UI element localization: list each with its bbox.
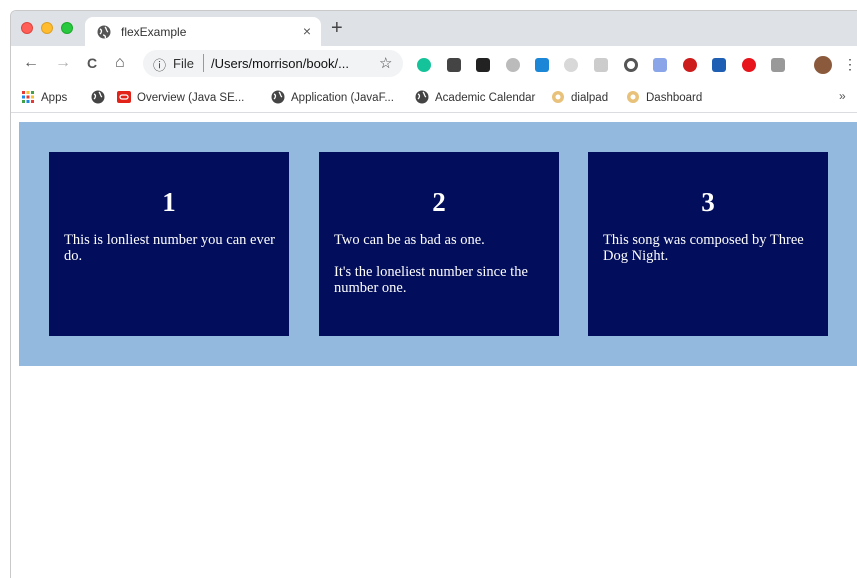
card-text: This is lonliest number you can ever do. [64,232,276,264]
bookmark-apps[interactable]: Apps [21,90,67,104]
page-viewport: 1 This is lonliest number you can ever d… [11,114,857,578]
oracle-icon [117,91,131,103]
globe-icon [97,25,111,39]
bookmark-overview-java[interactable]: Overview (Java SE... [117,90,244,104]
extension-v-icon[interactable] [476,58,490,72]
bookmark-label: Overview (Java SE... [137,92,245,104]
bookmark-label: Apps [41,92,68,104]
tab-strip: flexExample × + [11,11,857,46]
card-3: 3 This song was composed by Three Dog Ni… [588,152,828,336]
extension-gray-icon[interactable] [564,58,578,72]
card-heading: 3 [701,187,715,217]
globe-icon [415,90,429,104]
card-text: Two can be as bad as one. [334,232,485,248]
bookmark-dialpad[interactable]: dialpad [551,90,608,104]
extension-blue-icon[interactable] [535,58,549,72]
maximize-window-button[interactable] [61,22,73,34]
minimize-window-button[interactable] [41,22,53,34]
globe-icon [91,90,105,104]
bookmark-label: Academic Calendar [435,92,536,104]
grammarly-extension-icon[interactable] [417,58,431,72]
info-icon[interactable]: ⓘ [153,55,166,74]
globe-icon [271,90,285,104]
address-bar[interactable]: ⓘ File /Users/morrison/book/... [143,50,403,77]
extension-opera-icon[interactable] [742,58,756,72]
tab-flexexample[interactable]: flexExample × [85,17,321,46]
bookmark-label: dialpad [571,92,609,104]
card-heading: 1 [162,187,176,217]
apps-grid-icon [22,91,34,103]
extension-blue-square-icon[interactable] [712,58,726,72]
browser-toolbar: ← → C ⌂ ⓘ File /Users/morrison/book/... … [11,46,857,81]
file-label: File [173,56,194,71]
profile-avatar[interactable] [814,56,832,74]
bookmark-globe[interactable] [91,90,111,104]
home-button[interactable]: ⌂ [115,55,125,71]
url-text[interactable]: /Users/morrison/book/... [211,56,349,71]
card-1: 1 This is lonliest number you can ever d… [49,152,289,336]
extension-doc-icon[interactable] [771,58,785,72]
new-tab-button[interactable]: + [331,18,343,38]
tab-title: flexExample [121,25,187,39]
bookmark-academic-calendar[interactable]: Academic Calendar [415,90,535,104]
bookmark-dashboard[interactable]: Dashboard [626,90,702,104]
extension-paint-icon[interactable] [653,58,667,72]
card-2: 2 Two can be as bad as one. It's the lon… [319,152,559,336]
reload-button[interactable]: C [87,55,97,71]
flex-container: 1 This is lonliest number you can ever d… [19,122,857,366]
bookmark-label: Dashboard [646,92,703,104]
close-window-button[interactable] [21,22,33,34]
extension-es-icon[interactable] [594,58,608,72]
bookmark-application-javafx[interactable]: Application (JavaF... [271,90,394,104]
more-bookmarks-icon[interactable]: » [839,89,846,103]
menu-icon[interactable]: ⋮ [843,56,857,73]
back-button[interactable]: ← [23,55,39,71]
extension-shield-icon[interactable] [506,58,520,72]
gear-icon [552,91,564,103]
bookmark-star-icon[interactable]: ☆ [379,54,392,72]
card-text: This song was composed by Three Dog Nigh… [603,232,804,264]
card-heading: 2 [432,187,446,217]
extension-red-play-icon[interactable] [683,58,697,72]
tab-close-icon[interactable]: × [303,23,311,39]
bookmarks-bar: Apps Overview (Java SE... Application (J… [11,81,857,113]
extension-dark-icon[interactable] [447,58,461,72]
omnibox-divider [203,54,204,72]
browser-window: flexExample × + ← → C ⌂ ⓘ File /Users/mo… [10,10,857,578]
extension-circle-icon[interactable] [624,58,638,72]
gear-icon [627,91,639,103]
card-text: It's the loneliest number since the numb… [334,264,528,296]
bookmark-label: Application (JavaF... [291,92,394,104]
forward-button[interactable]: → [55,55,71,71]
